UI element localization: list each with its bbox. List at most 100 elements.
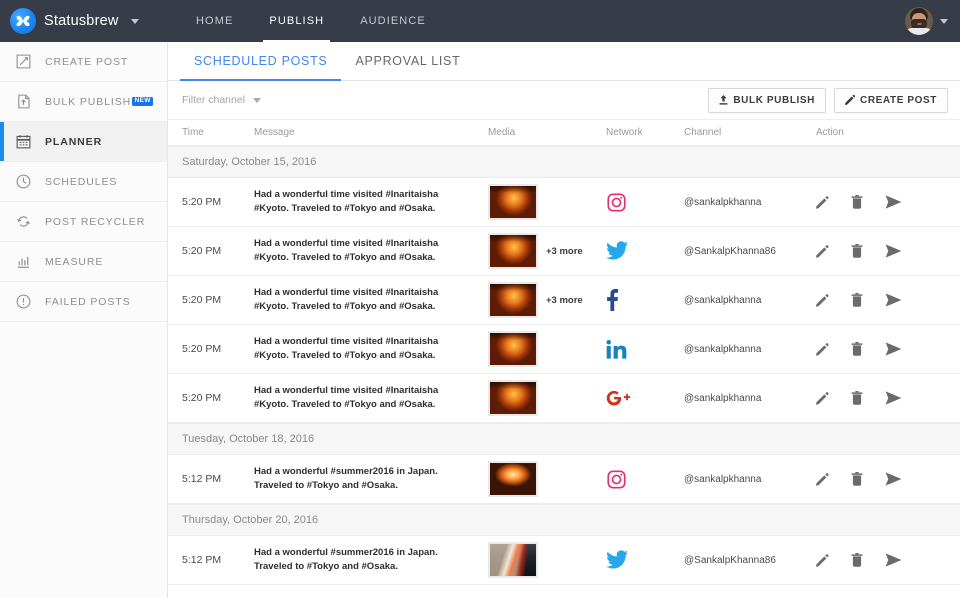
post-channel: @sankalpkhanna (684, 196, 762, 208)
post-media (488, 461, 606, 497)
post-channel: @SankalpKhanna86 (684, 554, 776, 566)
table-row[interactable]: 5:20 PM Had a wonderful time visited #Ina… (168, 227, 960, 276)
post-channel: @sankalpkhanna (684, 392, 762, 404)
trash-icon (851, 195, 863, 209)
row-actions (816, 342, 960, 356)
delete-post-button[interactable] (851, 391, 863, 405)
delete-post-button[interactable] (851, 553, 863, 567)
pencil-icon (816, 342, 829, 356)
publish-now-button[interactable] (885, 553, 902, 567)
post-time: 5:12 PM (182, 473, 222, 485)
media-thumbnail[interactable] (488, 282, 538, 318)
trash-icon (851, 553, 863, 567)
nav-item-audience[interactable]: AUDIENCE (342, 0, 444, 42)
tab-approval-list[interactable]: APPROVAL LIST (341, 42, 474, 80)
pencil-icon (816, 293, 829, 307)
sidebar-item-bulk-publish[interactable]: BULK PUBLISH NEW (0, 82, 167, 122)
post-time: 5:20 PM (182, 392, 222, 404)
date-group-header: Tuesday, October 18, 2016 (168, 423, 960, 455)
post-channel: @sankalpkhanna (684, 343, 762, 355)
edit-post-button[interactable] (816, 342, 829, 356)
table-row[interactable]: 5:20 PM Had a wonderful time visited #Ina… (168, 325, 960, 374)
pencil-icon (816, 472, 829, 486)
delete-post-button[interactable] (851, 244, 863, 258)
post-message: Had a wonderful #summer2016 in Japan. Tr… (254, 547, 438, 572)
table-row[interactable]: 5:12 PM Had a wonderful #summer2016 in Ja… (168, 536, 960, 585)
delete-post-button[interactable] (851, 195, 863, 209)
send-icon (885, 195, 902, 209)
trash-icon (851, 293, 863, 307)
publish-now-button[interactable] (885, 293, 902, 307)
post-message: Had a wonderful time visited #Inaritaish… (254, 287, 439, 312)
tab-bar: SCHEDULED POSTS APPROVAL LIST (168, 42, 960, 81)
main-content: SCHEDULED POSTS APPROVAL LIST Filter cha… (168, 42, 960, 598)
post-media: +3 more (488, 233, 606, 269)
brand-menu[interactable]: Statusbrew (0, 0, 168, 42)
chevron-down-icon (130, 18, 139, 24)
sidebar-item-schedules[interactable]: SCHEDULES (0, 162, 167, 202)
bulk-publish-button[interactable]: BULK PUBLISH (708, 87, 827, 113)
edit-post-button[interactable] (816, 293, 829, 307)
send-icon (885, 244, 902, 258)
edit-post-button[interactable] (816, 391, 829, 405)
sidebar-item-post-recycler[interactable]: POST RECYCLER (0, 202, 167, 242)
table-row[interactable]: 5:12 PM Had a wonderful #summer2016 in Ja… (168, 455, 960, 504)
table-row[interactable]: 5:20 PM Had a wonderful time visited #Ina… (168, 276, 960, 325)
media-more-count[interactable]: +3 more (546, 295, 583, 306)
network-googleplus-icon (606, 390, 684, 406)
nav-item-home[interactable]: HOME (178, 0, 251, 42)
create-post-button-label: CREATE POST (860, 94, 937, 106)
post-media (488, 184, 606, 220)
date-group-header: Thursday, October 20, 2016 (168, 504, 960, 536)
sidebar-item-measure[interactable]: MEASURE (0, 242, 167, 282)
sidebar-item-planner[interactable]: PLANNER (0, 122, 167, 162)
post-message: Had a wonderful time visited #Inaritaish… (254, 238, 439, 263)
sidebar-item-create-post[interactable]: CREATE POST (0, 42, 167, 82)
post-time: 5:20 PM (182, 294, 222, 306)
tab-scheduled-posts-label: SCHEDULED POSTS (194, 54, 328, 68)
media-thumbnail[interactable] (488, 233, 538, 269)
edit-post-button[interactable] (816, 553, 829, 567)
publish-now-button[interactable] (885, 342, 902, 356)
nav-item-publish[interactable]: PUBLISH (251, 0, 342, 42)
sidebar-item-failed-posts-label: FAILED POSTS (45, 295, 131, 308)
filter-channel-dropdown[interactable]: Filter channel (182, 94, 262, 106)
column-header-time: Time (182, 127, 204, 138)
delete-post-button[interactable] (851, 342, 863, 356)
tab-scheduled-posts[interactable]: SCHEDULED POSTS (180, 42, 342, 81)
edit-post-button[interactable] (816, 244, 829, 258)
publish-now-button[interactable] (885, 244, 902, 258)
publish-now-button[interactable] (885, 391, 902, 405)
send-icon (885, 472, 902, 486)
publish-now-button[interactable] (885, 195, 902, 209)
network-linkedin-icon (606, 339, 684, 359)
page-body: CREATE POST BULK PUBLISH NEW PLANNER SCH… (0, 42, 960, 598)
toolbar: Filter channel BULK PUBLISH CREATE POST (168, 81, 960, 119)
table-row[interactable]: 5:20 PM Had a wonderful time visited #Ina… (168, 374, 960, 423)
sidebar-item-post-recycler-label: POST RECYCLER (45, 215, 146, 228)
column-header-network: Network (606, 127, 643, 138)
sidebar: CREATE POST BULK PUBLISH NEW PLANNER SCH… (0, 42, 168, 598)
post-channel: @SankalpKhanna86 (684, 245, 776, 257)
statusbrew-logo-icon (10, 8, 36, 34)
media-thumbnail[interactable] (488, 184, 538, 220)
media-thumbnail[interactable] (488, 461, 538, 497)
post-media (488, 380, 606, 416)
media-thumbnail[interactable] (488, 380, 538, 416)
edit-post-button[interactable] (816, 195, 829, 209)
alert-circle-icon (14, 292, 33, 311)
edit-post-button[interactable] (816, 472, 829, 486)
publish-now-button[interactable] (885, 472, 902, 486)
media-more-count[interactable]: +3 more (546, 246, 583, 257)
media-thumbnail[interactable] (488, 331, 538, 367)
create-post-button[interactable]: CREATE POST (834, 87, 948, 113)
table-row[interactable]: 5:20 PM Had a wonderful time visited #Ina… (168, 178, 960, 227)
sidebar-item-failed-posts[interactable]: FAILED POSTS (0, 282, 167, 322)
media-thumbnail[interactable] (488, 542, 538, 578)
network-twitter-icon (606, 550, 684, 570)
delete-post-button[interactable] (851, 472, 863, 486)
account-menu[interactable] (905, 0, 960, 42)
row-actions (816, 391, 960, 405)
delete-post-button[interactable] (851, 293, 863, 307)
trash-icon (851, 342, 863, 356)
